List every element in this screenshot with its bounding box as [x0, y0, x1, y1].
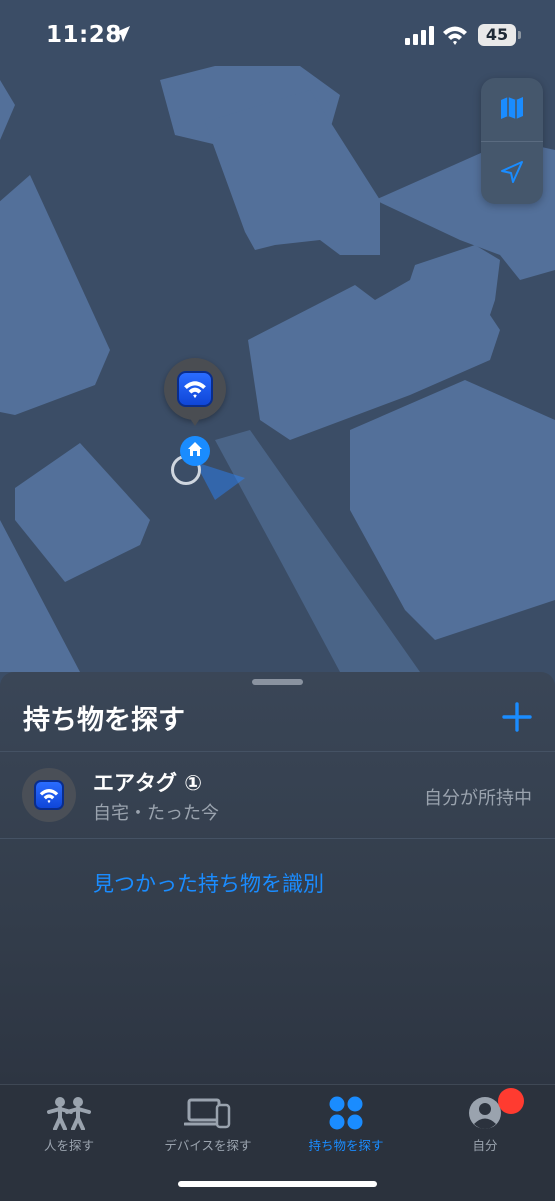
sheet-title: 持ち物を探す	[23, 705, 185, 736]
item-avatar	[22, 768, 76, 822]
location-arrow-icon	[112, 24, 132, 48]
person-circle-icon	[416, 1095, 554, 1131]
status-bar: 11:28 45	[0, 0, 555, 70]
cellular-signal-icon	[405, 25, 435, 49]
map-icon	[499, 95, 525, 125]
map-buildings	[0, 66, 555, 672]
tab-items[interactable]: 持ち物を探す	[277, 1085, 415, 1165]
item-name: エアタグ ①	[93, 771, 203, 795]
people-icon	[0, 1095, 138, 1131]
tab-me[interactable]: 自分	[416, 1085, 554, 1165]
home-indicator[interactable]	[178, 1181, 377, 1187]
map-mode-button[interactable]	[481, 78, 543, 141]
tab-label: 持ち物を探す	[308, 1138, 384, 1153]
location-arrow-icon	[499, 159, 525, 189]
tab-devices[interactable]: デバイスを探す	[139, 1085, 277, 1165]
house-icon	[187, 441, 203, 461]
tab-label: 自分	[472, 1138, 498, 1153]
status-time: 11:28	[46, 22, 122, 48]
items-icon	[277, 1095, 415, 1131]
battery-indicator: 45	[478, 24, 516, 46]
item-status: 自分が所持中	[424, 788, 532, 809]
wifi-icon	[442, 24, 468, 50]
item-map-pin[interactable]	[164, 358, 226, 420]
tab-people[interactable]: 人を探す	[0, 1085, 138, 1165]
identify-found-item-link[interactable]: 見つかった持ち物を識別	[93, 868, 324, 898]
item-location: 自宅・たった今	[93, 803, 219, 824]
add-item-button[interactable]	[500, 700, 534, 734]
map-view[interactable]	[0, 0, 555, 700]
notification-badge	[498, 1088, 524, 1114]
battery-tip	[518, 31, 521, 39]
home-pin[interactable]	[180, 436, 210, 466]
item-pin-pointer	[187, 414, 203, 426]
divider	[0, 838, 555, 839]
plus-icon	[500, 702, 534, 738]
wifi-icon	[177, 371, 213, 407]
tab-label: デバイスを探す	[164, 1138, 252, 1153]
sheet-grabber[interactable]	[252, 679, 303, 685]
devices-icon	[139, 1095, 277, 1131]
wifi-icon	[34, 780, 64, 810]
map-controls	[481, 78, 543, 204]
tab-label: 人を探す	[43, 1138, 94, 1153]
current-location-button[interactable]	[481, 142, 543, 205]
